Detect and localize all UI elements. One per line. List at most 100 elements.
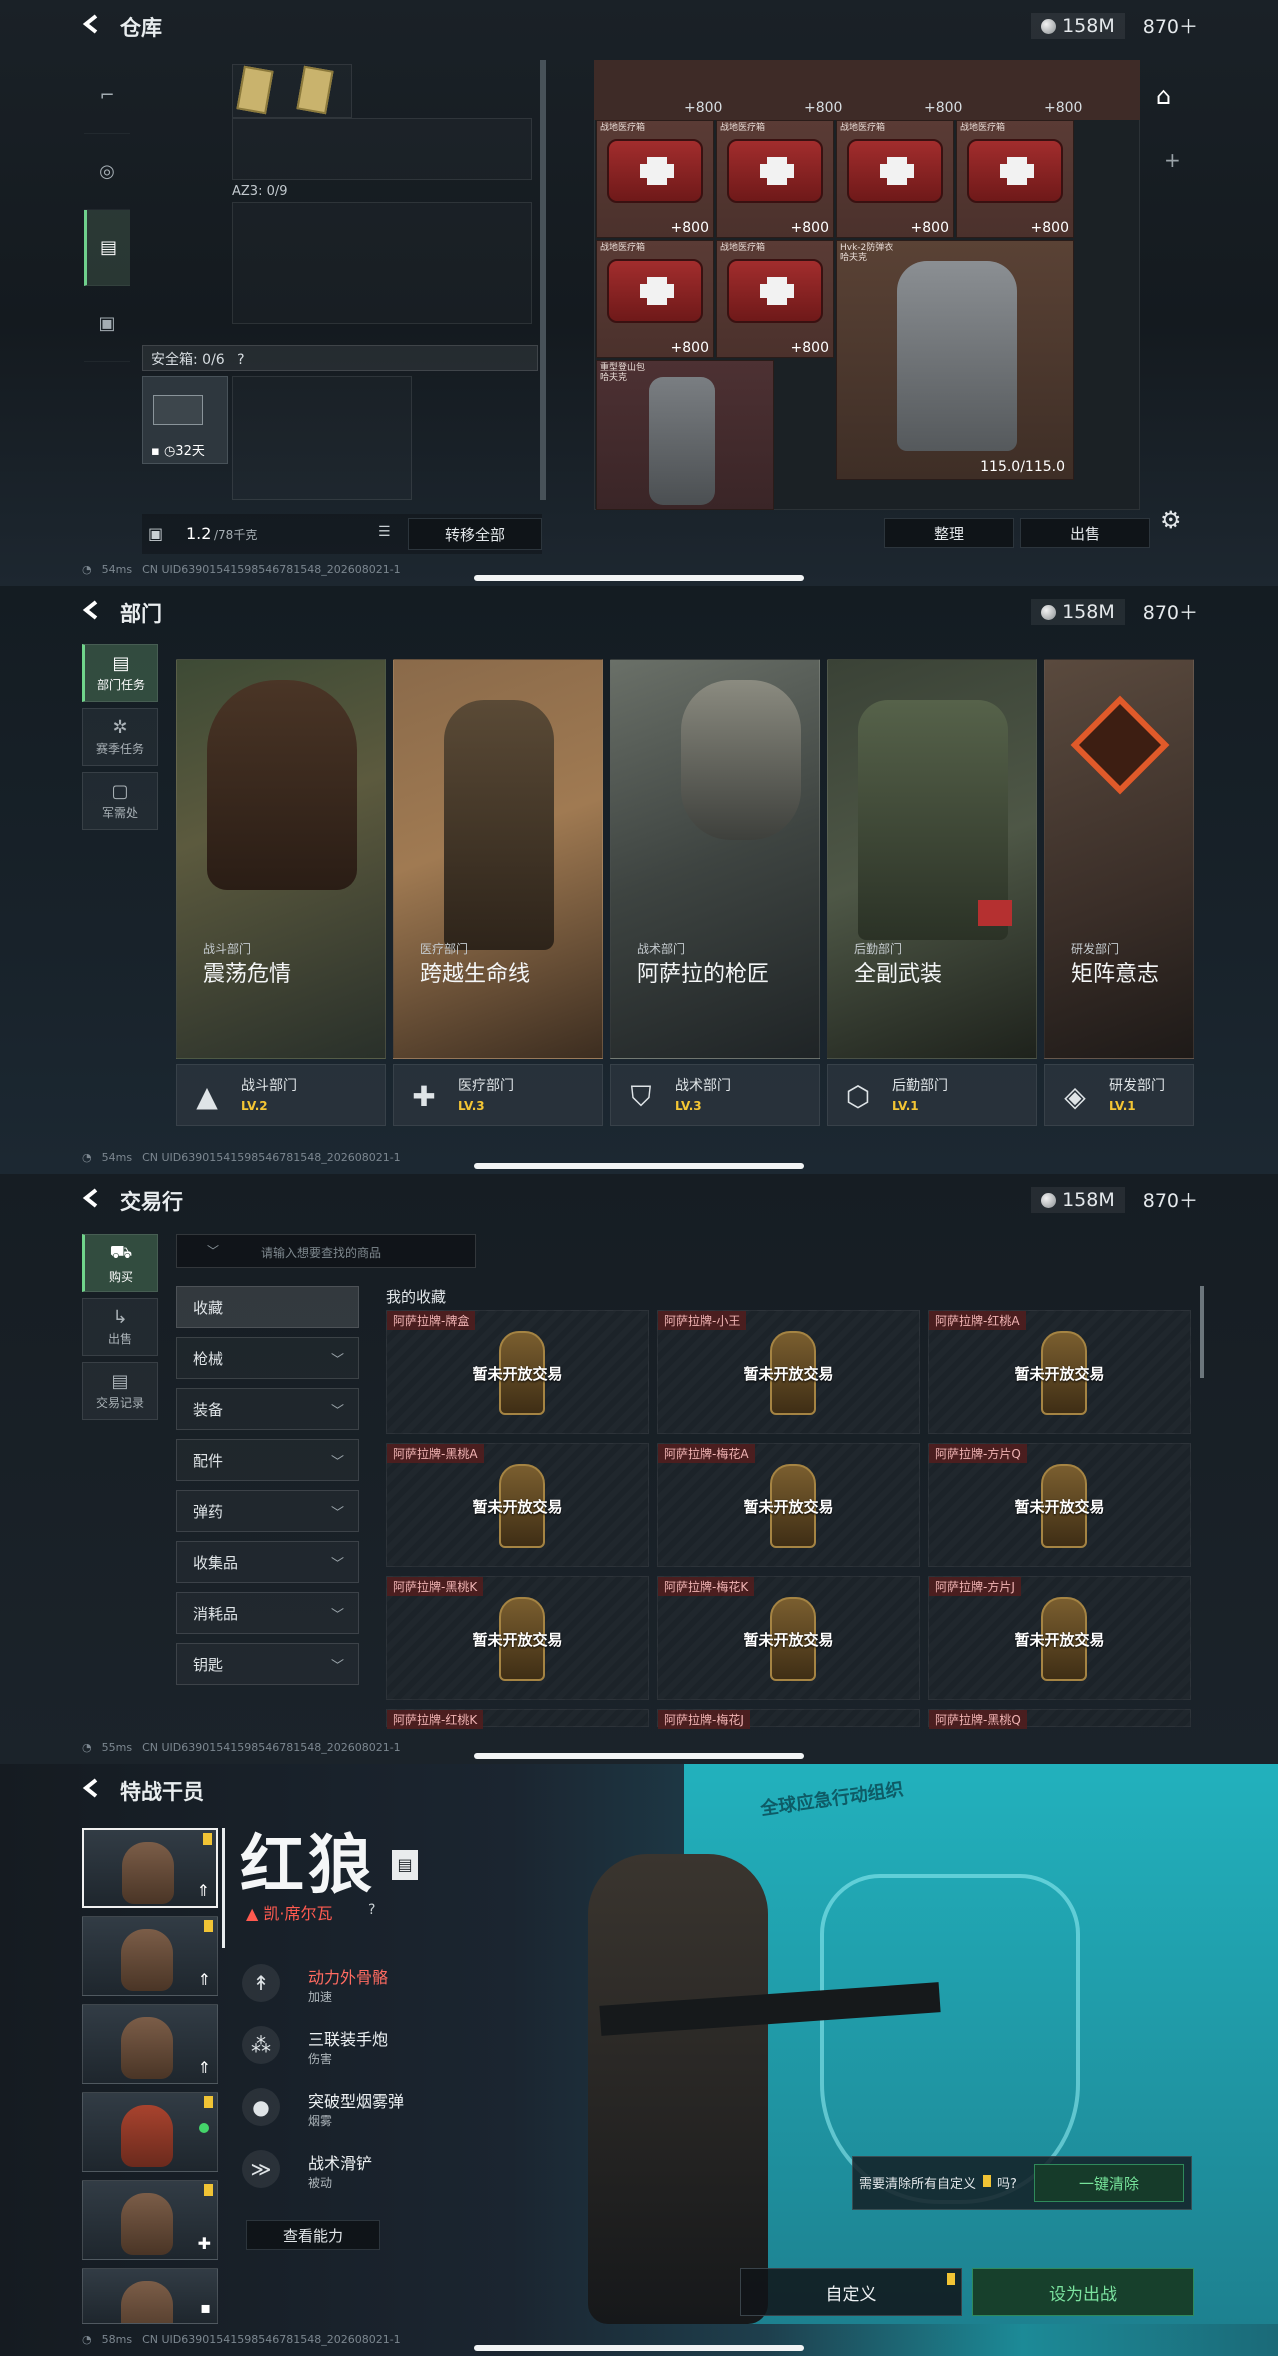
list-icon[interactable]: ☰ xyxy=(378,524,391,540)
skill-item[interactable]: ↟ 动力外骨骼 加速 xyxy=(240,1960,450,2012)
home-indicator[interactable] xyxy=(474,1163,804,1169)
category-guns[interactable]: 枪械 ﹀ xyxy=(176,1337,359,1379)
skill-item[interactable]: ≫ 战术滑铲 被动 xyxy=(240,2146,450,2198)
department-footer[interactable]: ⛉ 战术部门 LV.3 xyxy=(610,1064,820,1126)
coin-balance[interactable]: 158M xyxy=(1031,1186,1125,1213)
trade-card[interactable]: 阿萨拉牌-小王 暂未开放交易 xyxy=(657,1310,920,1434)
wifi-icon: ◔ xyxy=(82,563,92,576)
view-ability-button[interactable]: 查看能力 xyxy=(246,2220,380,2250)
inventory-tab[interactable]: ▤ xyxy=(84,210,130,286)
trade-card[interactable]: 阿萨拉牌-红桃K xyxy=(386,1709,649,1729)
home-indicator[interactable] xyxy=(474,1753,804,1759)
medkit-item[interactable]: 战地医疗箱 +800 xyxy=(956,120,1074,238)
organize-button[interactable]: 整理 xyxy=(884,518,1014,548)
coin-icon xyxy=(1041,18,1057,34)
trade-card[interactable]: 阿萨拉牌-方片J 暂未开放交易 xyxy=(928,1576,1191,1700)
tab-season-tasks[interactable]: ✲ 赛季任务 xyxy=(82,708,158,766)
search-box[interactable]: ﹀ 请输入想要查找的商品 xyxy=(176,1234,476,1268)
customize-button[interactable]: 自定义 xyxy=(740,2268,962,2316)
backpack-item[interactable]: 重型登山包 哈夫克 xyxy=(596,360,774,510)
home-indicator[interactable] xyxy=(474,2345,804,2351)
category-ammo[interactable]: 弹药 ﹀ xyxy=(176,1490,359,1532)
weapon-tab[interactable]: ⌐ xyxy=(84,58,130,134)
premium-balance[interactable]: 870＋ xyxy=(1143,598,1198,625)
case-tab[interactable]: ▣ xyxy=(84,286,130,362)
skill-item[interactable]: ● 突破型烟雾弹 烟雾 xyxy=(240,2084,450,2136)
department-footer[interactable]: ⬡ 后勤部门 LV.1 xyxy=(827,1064,1037,1126)
category-favorites[interactable]: 收藏 xyxy=(176,1286,359,1328)
trade-card[interactable]: 阿萨拉牌-梅花K 暂未开放交易 xyxy=(657,1576,920,1700)
search-input[interactable]: 请输入想要查找的商品 xyxy=(261,1244,381,1261)
back-arrow-icon[interactable] xyxy=(82,1188,102,1208)
trade-card[interactable]: 阿萨拉牌-黑桃A 暂未开放交易 xyxy=(386,1443,649,1567)
list-scrollbar[interactable] xyxy=(222,1828,225,1948)
trade-card[interactable]: 阿萨拉牌-方片Q 暂未开放交易 xyxy=(928,1443,1191,1567)
medkit-item[interactable]: 战地医疗箱 +800 xyxy=(716,120,834,238)
page-title: 特战干员 xyxy=(120,1780,204,1804)
trade-card[interactable]: 阿萨拉牌-梅花J xyxy=(657,1709,920,1729)
scrollbar[interactable] xyxy=(1200,1286,1204,1378)
operator-thumb[interactable]: ⇑ xyxy=(82,2004,218,2084)
skill-item[interactable]: ⁂ 三联装手炮 伤害 xyxy=(240,2022,450,2074)
tab-department-tasks[interactable]: ▤ 部门任务 xyxy=(82,644,158,702)
coin-balance[interactable]: 158M xyxy=(1031,598,1125,625)
operator-thumb[interactable]: ▪ xyxy=(82,2268,218,2324)
help-icon[interactable]: ? xyxy=(368,1902,375,1918)
tab-trade-history[interactable]: ▤ 交易记录 xyxy=(82,1362,158,1420)
premium-balance[interactable]: 870＋ xyxy=(1143,1186,1198,1213)
category-consumables[interactable]: 消耗品 ﹀ xyxy=(176,1592,359,1634)
medkit-item[interactable]: 战地医疗箱 +800 xyxy=(596,240,714,358)
trade-card[interactable]: 阿萨拉牌-黑桃K 暂未开放交易 xyxy=(386,1576,649,1700)
home-indicator[interactable] xyxy=(474,575,804,581)
back-arrow-icon[interactable] xyxy=(82,1778,102,1798)
tab-buy[interactable]: ⛟ 购买 xyxy=(82,1234,158,1292)
help-icon[interactable]: ? xyxy=(237,352,244,368)
transfer-all-button[interactable]: 转移全部 xyxy=(408,518,542,550)
trade-card[interactable]: 阿萨拉牌-红桃A 暂未开放交易 xyxy=(928,1310,1191,1434)
department-footer[interactable]: ◈ 研发部门 LV.1 xyxy=(1044,1064,1194,1126)
bio-icon[interactable]: ▤ xyxy=(392,1850,418,1880)
department-footer[interactable]: ✚ 医疗部门 LV.3 xyxy=(393,1064,603,1126)
wolf-emblem-icon xyxy=(820,1874,1080,2204)
medkit-item[interactable]: 战地医疗箱 +800 xyxy=(596,120,714,238)
category-keys[interactable]: 钥匙 ﹀ xyxy=(176,1643,359,1685)
tab-sell[interactable]: ↳ 出售 xyxy=(82,1298,158,1356)
department-card[interactable]: 医疗部门 跨越生命线 xyxy=(393,659,603,1059)
category-attachments[interactable]: 配件 ﹀ xyxy=(176,1439,359,1481)
premium-balance[interactable]: 870＋ xyxy=(1143,12,1198,39)
operator-thumb[interactable]: ⇑ xyxy=(82,1916,218,1996)
scrollbar[interactable] xyxy=(540,60,546,500)
category-collectibles[interactable]: 收集品 ﹀ xyxy=(176,1541,359,1583)
medkit-item[interactable]: 战地医疗箱 +800 xyxy=(716,240,834,358)
armor-tab[interactable]: ◎ xyxy=(84,134,130,210)
clear-all-button[interactable]: 一键清除 xyxy=(1034,2164,1184,2202)
warehouse-side-nav: ⌐ ◎ ▤ ▣ xyxy=(84,58,130,362)
set-deploy-button[interactable]: 设为出战 xyxy=(972,2268,1194,2316)
tab-quartermaster[interactable]: ▢ 军需处 xyxy=(82,772,158,830)
armor-item[interactable]: Hvk-2防弹衣 哈夫克 115.0/115.0 xyxy=(836,240,1074,480)
plus-icon[interactable]: + xyxy=(1164,148,1181,172)
sell-button[interactable]: 出售 xyxy=(1020,518,1150,548)
operator-thumb[interactable]: ⇑ xyxy=(82,1828,218,1908)
trade-card[interactable]: 阿萨拉牌-黑桃Q xyxy=(928,1709,1191,1729)
safebox-item[interactable]: ▪ ◷32天 xyxy=(142,376,228,464)
lock-icon: ▪ xyxy=(200,2298,211,2317)
operator-thumb[interactable]: ✚ xyxy=(82,2180,218,2260)
trade-card[interactable]: 阿萨拉牌-梅花A 暂未开放交易 xyxy=(657,1443,920,1567)
department-card[interactable]: 研发部门 矩阵意志 xyxy=(1044,659,1194,1059)
back-arrow-icon[interactable] xyxy=(82,600,102,620)
department-footer[interactable]: ▲ 战斗部门 LV.2 xyxy=(176,1064,386,1126)
trade-card[interactable]: 阿萨拉牌-牌盒 暂未开放交易 xyxy=(386,1310,649,1434)
coin-balance[interactable]: 158M xyxy=(1031,12,1125,39)
matrix-core-icon xyxy=(1070,695,1170,795)
department-card[interactable]: 战术部门 阿萨拉的枪匠 xyxy=(610,659,820,1059)
operator-thumb[interactable] xyxy=(82,2092,218,2172)
card-label: 阿萨拉牌-红桃A xyxy=(929,1311,1026,1330)
back-arrow-icon[interactable] xyxy=(82,14,102,34)
department-card[interactable]: 后勤部门 全副武装 xyxy=(827,659,1037,1059)
department-card[interactable]: 战斗部门 震荡危情 xyxy=(176,659,386,1059)
medkit-item[interactable]: 战地医疗箱 +800 xyxy=(836,120,954,238)
settings-gear-icon[interactable]: ⚙ xyxy=(1160,506,1182,534)
category-equipment[interactable]: 装备 ﹀ xyxy=(176,1388,359,1430)
stash-icon[interactable]: ⌂ xyxy=(1156,82,1171,110)
